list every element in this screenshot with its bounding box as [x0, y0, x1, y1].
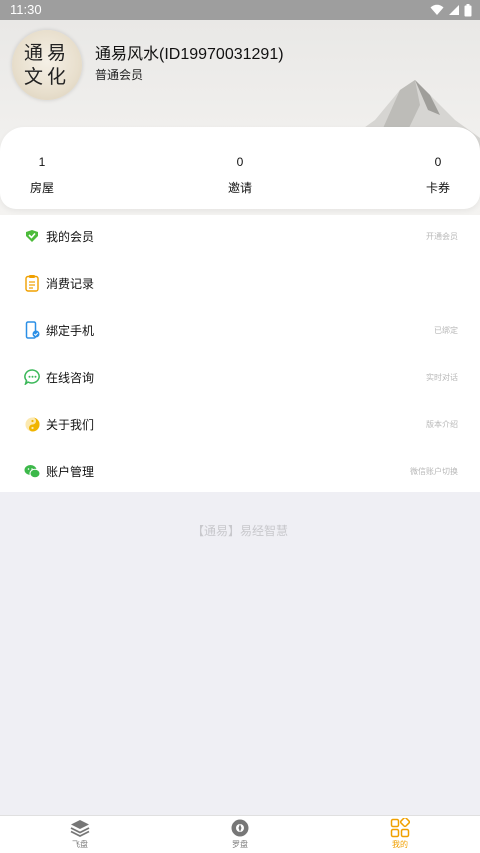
menu-hint: 实时对话	[426, 372, 458, 382]
tab-feipan[interactable]: 飞盘	[40, 818, 120, 853]
battery-icon	[464, 3, 472, 16]
member-level: 普通会员	[95, 68, 144, 82]
stat-value: 1	[38, 155, 46, 169]
status-bar: 11:30	[0, 0, 480, 20]
stat-label: 房屋	[29, 181, 54, 195]
avatar[interactable]: 通易 文化	[12, 30, 82, 100]
menu-label: 绑定手机	[46, 323, 95, 338]
menu-label: 在线咨询	[46, 370, 95, 385]
menu-item-account[interactable]: 账户管理 微信账户切换	[0, 448, 480, 494]
avatar-text-line1: 通易	[23, 42, 70, 64]
chat-icon	[23, 368, 41, 386]
menu-list: 我的会员 开通会员 消费记录 绑定手机 已绑定 在线咨询 实时对话 关于我们 版…	[0, 215, 480, 492]
tab-label: 飞盘	[72, 840, 88, 849]
menu-label: 消费记录	[46, 276, 95, 291]
stat-label: 邀请	[227, 181, 252, 195]
status-time: 11:30	[10, 2, 42, 17]
tab-label: 罗盘	[232, 840, 248, 849]
menu-hint: 微信账户切换	[410, 466, 458, 476]
menu-item-membership[interactable]: 我的会员 开通会员	[0, 213, 480, 259]
yin-yang-icon	[23, 415, 41, 433]
phone-icon	[23, 321, 41, 339]
stat-houses[interactable]: 1 房屋	[2, 155, 82, 196]
signal-icon	[449, 5, 459, 15]
menu-label: 账户管理	[46, 464, 95, 479]
stat-coupons[interactable]: 0 卡券	[398, 155, 478, 196]
menu-item-bind-phone[interactable]: 绑定手机 已绑定	[0, 307, 480, 353]
menu-label: 关于我们	[46, 417, 95, 432]
menu-label: 我的会员	[46, 229, 95, 244]
menu-hint: 开通会员	[426, 231, 458, 241]
menu-item-online-consult[interactable]: 在线咨询 实时对话	[0, 354, 480, 400]
stat-label: 卡券	[425, 181, 450, 195]
menu-hint: 版本介绍	[426, 419, 458, 429]
bottom-tab-bar: 飞盘 罗盘 我的	[0, 815, 480, 853]
menu-item-purchases[interactable]: 消费记录	[0, 260, 480, 306]
status-icons	[430, 3, 472, 17]
compass-icon	[231, 819, 249, 837]
tab-luopan[interactable]: 罗盘	[200, 818, 280, 853]
tab-mine[interactable]: 我的	[360, 818, 440, 853]
vip-check-icon	[23, 227, 41, 245]
receipt-icon	[23, 274, 41, 292]
stat-invites[interactable]: 0 邀请	[200, 155, 280, 196]
avatar-text-line2: 文化	[23, 66, 70, 88]
grid-icon	[390, 818, 410, 838]
stat-value: 0	[434, 155, 442, 169]
wechat-icon	[23, 462, 41, 480]
slogan: 【通易】易经智慧	[191, 524, 288, 538]
menu-hint: 已绑定	[434, 325, 458, 335]
stats-card: 1 房屋 0 邀请 0 卡券	[0, 127, 480, 209]
tab-label: 我的	[392, 840, 408, 849]
menu-item-about-us[interactable]: 关于我们 版本介绍	[0, 401, 480, 447]
layers-icon	[70, 820, 90, 838]
wifi-icon	[430, 4, 444, 15]
user-name: 通易风水(ID19970031291)	[95, 46, 284, 63]
stat-value: 0	[236, 155, 244, 169]
